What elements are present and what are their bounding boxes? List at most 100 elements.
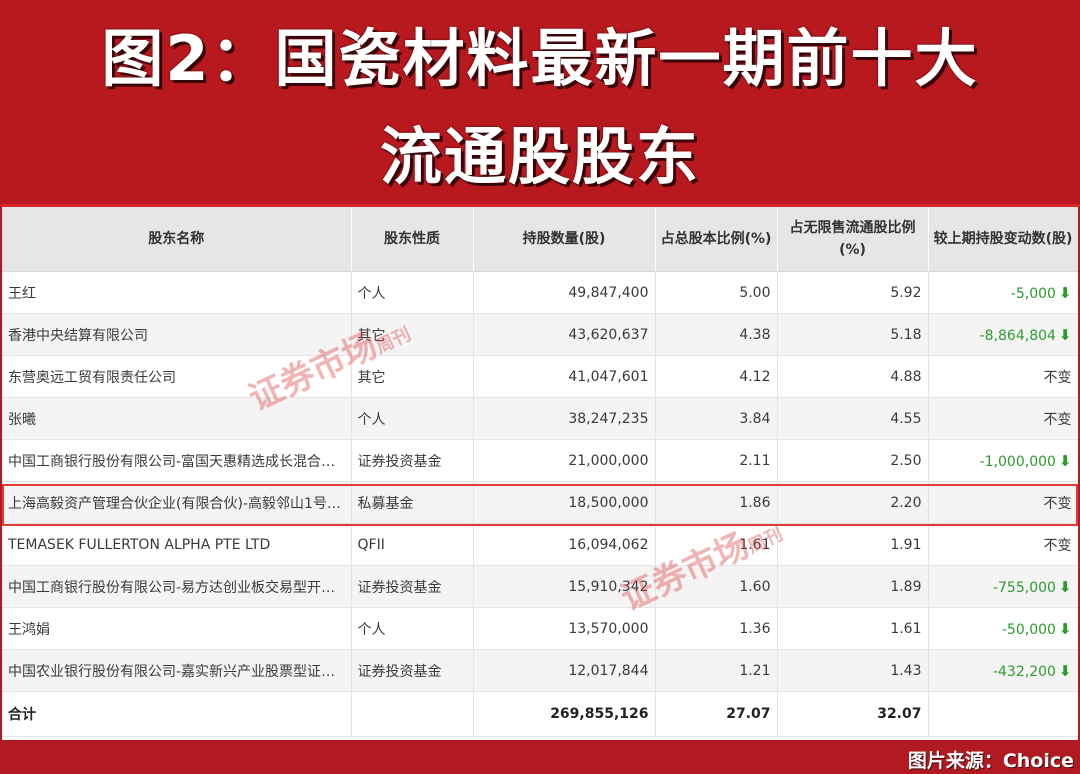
pct-total: 1.36 xyxy=(655,607,778,650)
shareholder-name: 中国农业银行股份有限公司-嘉实新兴产业股票型证券投资… xyxy=(2,649,352,692)
shareholder-name: 中国工商银行股份有限公司-富国天惠精选成长混合型证券… xyxy=(2,439,352,482)
pct-float: 1.91 xyxy=(777,523,929,566)
header-shares-held: 持股数量(股) xyxy=(473,207,656,272)
change-cell: 不变 xyxy=(928,397,1078,440)
shareholder-type: QFII xyxy=(351,523,474,566)
table-row: 中国工商银行股份有限公司-易方达创业板交易型开放式指… 证券投资基金 15,910,… xyxy=(2,565,1078,608)
pct-float: 1.89 xyxy=(777,565,929,608)
title-line-1: 图2：国瓷材料最新一期前十大 xyxy=(101,22,979,95)
total-pct-float: 32.07 xyxy=(777,691,929,737)
title-banner: 图2：国瓷材料最新一期前十大 流通股股东 xyxy=(0,0,1080,207)
pct-total: 2.11 xyxy=(655,439,778,482)
shares-held: 12,017,844 xyxy=(473,649,656,692)
pct-total: 4.38 xyxy=(655,313,778,356)
down-arrow-icon: ⬇ xyxy=(1058,577,1072,596)
header-pct-total: 占总股本比例(%) xyxy=(655,207,778,272)
down-arrow-icon: ⬇ xyxy=(1058,619,1072,638)
shareholder-type: 个人 xyxy=(351,607,474,650)
shareholder-name: TEMASEK FULLERTON ALPHA PTE LTD xyxy=(2,523,352,566)
shareholder-type: 其它 xyxy=(351,355,474,398)
change-cell: -755,000 ⬇ xyxy=(928,565,1078,608)
down-arrow-icon: ⬇ xyxy=(1058,661,1072,680)
table-row: 王红 个人 49,847,400 5.00 5.92 -5,000 ⬇ xyxy=(2,271,1078,314)
shareholder-table: 股东名称 股东性质 持股数量(股) 占总股本比例(%) 占无限售流通股比例(%)… xyxy=(2,207,1078,737)
change-value: -50,000 xyxy=(1001,621,1056,638)
shareholder-type: 私募基金 xyxy=(351,481,474,524)
table-row: 中国农业银行股份有限公司-嘉实新兴产业股票型证券投资… 证券投资基金 12,017,… xyxy=(2,649,1078,692)
change-value: 不变 xyxy=(1043,495,1072,512)
shareholder-name: 香港中央结算有限公司 xyxy=(2,313,352,356)
shares-held: 49,847,400 xyxy=(473,271,656,314)
shareholder-name: 张曦 xyxy=(2,397,352,440)
shares-held: 41,047,601 xyxy=(473,355,656,398)
shareholder-type: 个人 xyxy=(351,397,474,440)
total-row: 合计 269,855,126 27.07 32.07 xyxy=(2,691,1078,737)
table-row: 中国工商银行股份有限公司-富国天惠精选成长混合型证券… 证券投资基金 21,000,… xyxy=(2,439,1078,482)
change-cell: 不变 xyxy=(928,481,1078,524)
shareholder-type: 个人 xyxy=(351,271,474,314)
total-label: 合计 xyxy=(2,691,352,737)
table-row: 上海高毅资产管理合伙企业(有限合伙)-高毅邻山1号远望… 私募基金 18,500,0… xyxy=(2,481,1078,524)
shareholder-name: 上海高毅资产管理合伙企业(有限合伙)-高毅邻山1号远望… xyxy=(2,481,352,524)
table-row: 香港中央结算有限公司 其它 43,620,637 4.38 5.18 -8,864,804… xyxy=(2,313,1078,356)
shares-held: 43,620,637 xyxy=(473,313,656,356)
change-value: 不变 xyxy=(1043,369,1072,386)
table-row: 东营奥远工贸有限责任公司 其它 41,047,601 4.12 4.88 不变 xyxy=(2,355,1078,398)
pct-total: 1.61 xyxy=(655,523,778,566)
shares-held: 38,247,235 xyxy=(473,397,656,440)
down-arrow-icon: ⬇ xyxy=(1058,283,1072,302)
shareholder-name: 中国工商银行股份有限公司-易方达创业板交易型开放式指… xyxy=(2,565,352,608)
pct-float: 5.92 xyxy=(777,271,929,314)
header-shareholder-type: 股东性质 xyxy=(351,207,474,272)
header-shareholder-name: 股东名称 xyxy=(2,207,352,272)
pct-float: 1.43 xyxy=(777,649,929,692)
change-cell: 不变 xyxy=(928,523,1078,566)
shareholder-name: 东营奥远工贸有限责任公司 xyxy=(2,355,352,398)
pct-total: 1.21 xyxy=(655,649,778,692)
shareholder-type: 证券投资基金 xyxy=(351,565,474,608)
change-cell: -1,000,000 ⬇ xyxy=(928,439,1078,482)
change-cell: -432,200 ⬇ xyxy=(928,649,1078,692)
shareholder-type: 证券投资基金 xyxy=(351,649,474,692)
change-cell: 不变 xyxy=(928,355,1078,398)
change-value: -8,864,804 xyxy=(979,327,1056,344)
shares-held: 13,570,000 xyxy=(473,607,656,650)
change-value: 不变 xyxy=(1043,411,1072,428)
pct-total: 1.86 xyxy=(655,481,778,524)
pct-float: 1.61 xyxy=(777,607,929,650)
image-source: 图片来源：Choice xyxy=(907,750,1074,772)
shareholder-name: 王红 xyxy=(2,271,352,314)
down-arrow-icon: ⬇ xyxy=(1058,325,1072,344)
change-cell: -50,000 ⬇ xyxy=(928,607,1078,650)
change-value: -1,000,000 xyxy=(979,453,1056,470)
change-cell: -5,000 ⬇ xyxy=(928,271,1078,314)
change-value: -432,200 xyxy=(992,663,1056,680)
pct-float: 4.88 xyxy=(777,355,929,398)
total-pct-total: 27.07 xyxy=(655,691,778,737)
change-value: 不变 xyxy=(1043,537,1072,554)
total-change xyxy=(928,691,1078,737)
shares-held: 16,094,062 xyxy=(473,523,656,566)
shares-held: 15,910,342 xyxy=(473,565,656,608)
shares-held: 21,000,000 xyxy=(473,439,656,482)
shareholder-type: 其它 xyxy=(351,313,474,356)
shareholder-name: 王鸿娟 xyxy=(2,607,352,650)
table-row: 王鸿娟 个人 13,570,000 1.36 1.61 -50,000 ⬇ xyxy=(2,607,1078,650)
header-change: 较上期持股变动数(股) xyxy=(928,207,1078,272)
pct-total: 4.12 xyxy=(655,355,778,398)
header-pct-float: 占无限售流通股比例(%) xyxy=(777,207,929,272)
pct-float: 4.55 xyxy=(777,397,929,440)
down-arrow-icon: ⬇ xyxy=(1058,451,1072,470)
pct-float: 2.20 xyxy=(777,481,929,524)
shareholder-table-container: 股东名称 股东性质 持股数量(股) 占总股本比例(%) 占无限售流通股比例(%)… xyxy=(2,207,1078,740)
total-type xyxy=(351,691,474,737)
pct-total: 5.00 xyxy=(655,271,778,314)
total-shares: 269,855,126 xyxy=(473,691,656,737)
pct-float: 5.18 xyxy=(777,313,929,356)
title-line-2: 流通股股东 xyxy=(379,120,700,193)
change-cell: -8,864,804 ⬇ xyxy=(928,313,1078,356)
table-row: TEMASEK FULLERTON ALPHA PTE LTD QFII 16,09… xyxy=(2,523,1078,566)
pct-total: 3.84 xyxy=(655,397,778,440)
pct-float: 2.50 xyxy=(777,439,929,482)
shares-held: 18,500,000 xyxy=(473,481,656,524)
